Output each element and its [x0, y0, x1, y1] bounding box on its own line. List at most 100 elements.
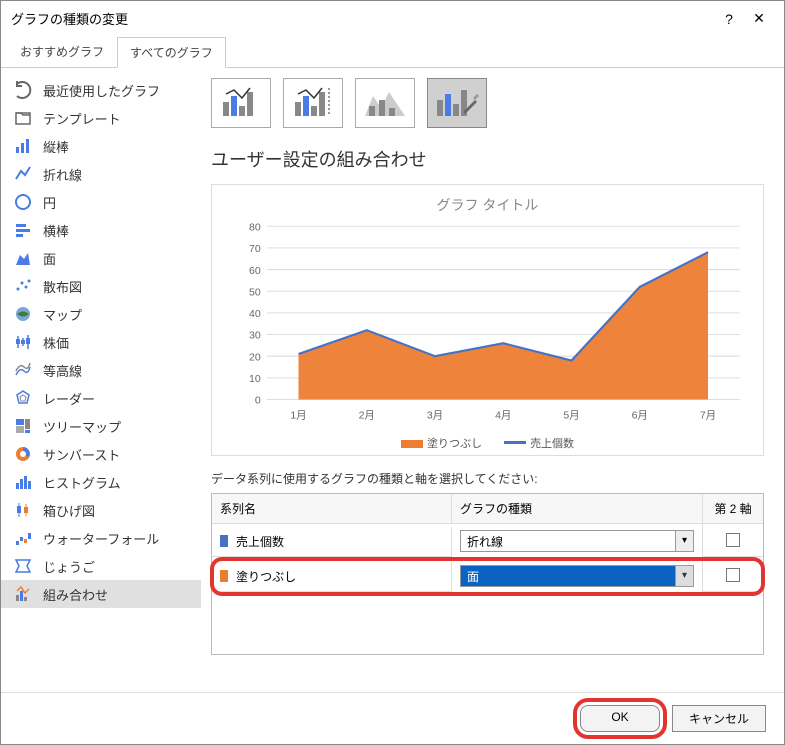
svg-text:4月: 4月 — [495, 409, 511, 421]
chevron-down-icon[interactable]: ▾ — [675, 531, 693, 551]
series-row-0: 売上個数 折れ線▾ — [212, 524, 763, 559]
sidebar-item-5[interactable]: 横棒 — [1, 216, 201, 244]
chart-type-icon — [13, 80, 33, 100]
tab-bar: おすすめグラフ すべてのグラフ — [1, 36, 784, 68]
chart-type-icon — [13, 332, 33, 352]
sidebar-item-label: サンバースト — [43, 445, 120, 464]
series-name: 売上個数 — [236, 533, 284, 550]
titlebar: グラフの種類の変更 ? ✕ — [1, 1, 784, 36]
dialog-title: グラフの種類の変更 — [11, 9, 714, 28]
help-button[interactable]: ? — [714, 11, 744, 27]
sidebar-item-9[interactable]: 株価 — [1, 328, 201, 356]
chart-type-icon — [13, 192, 33, 212]
chart-type-icon — [13, 416, 33, 436]
chart-type-icon — [13, 164, 33, 184]
series-color-swatch — [220, 535, 228, 547]
chart-type-icon — [13, 304, 33, 324]
sidebar-item-11[interactable]: レーダー — [1, 384, 201, 412]
sidebar-item-12[interactable]: ツリーマップ — [1, 412, 201, 440]
sidebar-item-4[interactable]: 円 — [1, 188, 201, 216]
sidebar-item-14[interactable]: ヒストグラム — [1, 468, 201, 496]
svg-text:20: 20 — [249, 351, 261, 363]
cancel-button[interactable]: キャンセル — [672, 705, 766, 732]
legend-area: 塗りつぶし — [427, 438, 482, 450]
chart-legend: 塗りつぶし 売上個数 — [222, 435, 753, 451]
sidebar-item-13[interactable]: サンバースト — [1, 440, 201, 468]
chart-canvas: 010203040506070801月2月3月4月5月6月7月 — [222, 221, 753, 431]
chart-type-icon — [13, 500, 33, 520]
legend-line: 売上個数 — [530, 438, 574, 450]
sidebar-item-1[interactable]: テンプレート — [1, 104, 201, 132]
sidebar-item-label: 面 — [43, 249, 56, 268]
chart-type-sidebar: 最近使用したグラフテンプレート縦棒折れ線円横棒面散布図マップ株価等高線レーダーツ… — [1, 68, 201, 692]
sidebar-item-label: レーダー — [43, 389, 95, 408]
chart-type-icon — [13, 360, 33, 380]
tab-recommended[interactable]: おすすめグラフ — [7, 36, 117, 67]
series-color-swatch — [220, 570, 228, 582]
chart-type-icon — [13, 444, 33, 464]
svg-text:0: 0 — [255, 395, 261, 407]
chart-type-icon — [13, 108, 33, 128]
combo-thumb-3[interactable] — [355, 78, 415, 128]
combo-subtype-thumbs — [211, 78, 764, 128]
sidebar-item-label: 組み合わせ — [43, 585, 108, 604]
main-panel: ユーザー設定の組み合わせ グラフ タイトル 010203040506070801… — [201, 68, 784, 692]
sidebar-item-8[interactable]: マップ — [1, 300, 201, 328]
svg-text:1月: 1月 — [290, 409, 306, 421]
sidebar-item-15[interactable]: 箱ひげ図 — [1, 496, 201, 524]
combo-thumb-2[interactable] — [283, 78, 343, 128]
svg-text:3月: 3月 — [427, 409, 443, 421]
sidebar-item-16[interactable]: ウォーターフォール — [1, 524, 201, 552]
chart-type-dropdown[interactable]: 面▾ — [460, 565, 694, 587]
svg-text:5月: 5月 — [563, 409, 579, 421]
chart-type-icon — [13, 472, 33, 492]
close-button[interactable]: ✕ — [744, 10, 774, 27]
sidebar-item-0[interactable]: 最近使用したグラフ — [1, 76, 201, 104]
sidebar-item-label: ツリーマップ — [43, 417, 121, 436]
sidebar-item-label: ウォーターフォール — [43, 529, 159, 548]
section-title: ユーザー設定の組み合わせ — [211, 146, 764, 172]
svg-text:60: 60 — [249, 265, 261, 277]
col-secondary-axis: 第 2 軸 — [703, 494, 763, 524]
ok-button[interactable]: OK — [580, 705, 660, 732]
sidebar-item-label: ヒストグラム — [43, 473, 121, 492]
col-series-name: 系列名 — [212, 494, 452, 524]
sidebar-item-label: 最近使用したグラフ — [43, 81, 160, 100]
combo-thumb-1[interactable] — [211, 78, 271, 128]
chart-type-icon — [13, 388, 33, 408]
svg-text:70: 70 — [249, 243, 261, 255]
series-name: 塗りつぶし — [236, 568, 296, 585]
sidebar-item-label: 株価 — [43, 333, 69, 352]
secondary-axis-checkbox[interactable] — [726, 533, 740, 547]
chart-type-icon — [13, 584, 33, 604]
svg-text:30: 30 — [249, 330, 261, 342]
dropdown-value: 折れ線 — [461, 533, 675, 550]
chart-type-icon — [13, 220, 33, 240]
svg-text:80: 80 — [249, 221, 261, 233]
svg-text:40: 40 — [249, 308, 261, 320]
sidebar-item-label: 折れ線 — [43, 165, 82, 184]
secondary-axis-checkbox[interactable] — [726, 568, 740, 582]
sidebar-item-6[interactable]: 面 — [1, 244, 201, 272]
series-grid: 系列名 グラフの種類 第 2 軸 売上個数折れ線▾塗りつぶし面▾ — [211, 493, 764, 655]
chart-title: グラフ タイトル — [222, 195, 753, 215]
chart-type-dropdown[interactable]: 折れ線▾ — [460, 530, 694, 552]
sidebar-item-2[interactable]: 縦棒 — [1, 132, 201, 160]
sidebar-item-7[interactable]: 散布図 — [1, 272, 201, 300]
sidebar-item-10[interactable]: 等高線 — [1, 356, 201, 384]
sidebar-item-17[interactable]: じょうご — [1, 552, 201, 580]
chart-preview: グラフ タイトル 010203040506070801月2月3月4月5月6月7月… — [211, 184, 764, 456]
combo-thumb-custom[interactable] — [427, 78, 487, 128]
tab-all-charts[interactable]: すべてのグラフ — [117, 37, 226, 68]
sidebar-item-18[interactable]: 組み合わせ — [1, 580, 201, 608]
sidebar-item-3[interactable]: 折れ線 — [1, 160, 201, 188]
svg-text:50: 50 — [249, 286, 261, 298]
sidebar-item-label: 横棒 — [43, 221, 69, 240]
chart-type-icon — [13, 556, 33, 576]
chart-type-icon — [13, 276, 33, 296]
series-row-1: 塗りつぶし 面▾ — [212, 559, 763, 594]
chart-type-icon — [13, 136, 33, 156]
sidebar-item-label: 等高線 — [43, 361, 82, 380]
chevron-down-icon[interactable]: ▾ — [675, 566, 693, 586]
series-instruction: データ系列に使用するグラフの種類と軸を選択してください: — [211, 470, 764, 487]
